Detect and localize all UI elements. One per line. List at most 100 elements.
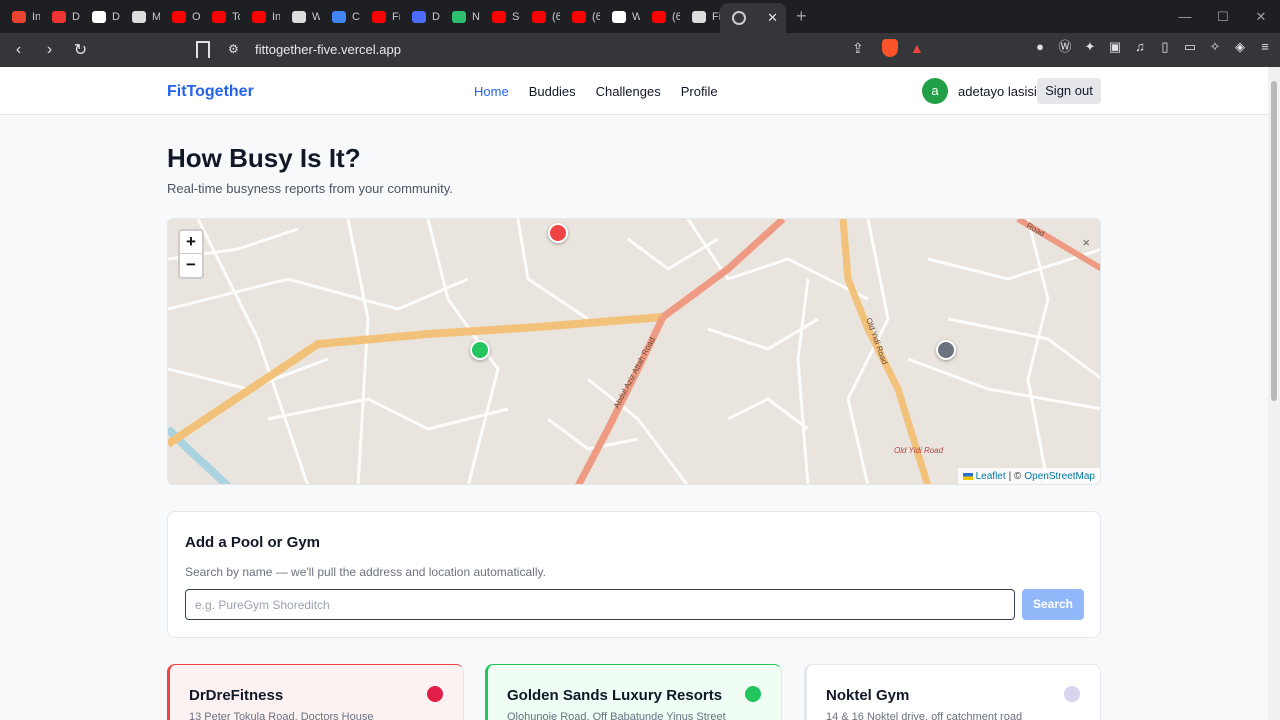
browser-tab[interactable]: Dee [400, 0, 440, 33]
brave-shield-icon[interactable] [882, 39, 898, 57]
venue-card[interactable]: Noktel Gym 14 & 16 Noktel drive, off catc… [804, 664, 1101, 720]
avatar[interactable]: a [922, 78, 948, 104]
leaflet-link[interactable]: Leaflet [976, 471, 1006, 482]
logo[interactable]: FitTogether [167, 83, 254, 101]
tab-label: Tom [232, 10, 240, 23]
tab-list: Inte Des Disc Mot Oliv Tom Infi Wh CYF Fro Dee Nec S… [0, 0, 720, 33]
tab-label: Infi [272, 10, 280, 23]
map-marker-busy[interactable] [548, 223, 568, 243]
favicon-icon [612, 10, 626, 23]
browser-tab[interactable]: Tom [200, 0, 240, 33]
maximize-icon[interactable]: ☐ [1204, 9, 1242, 25]
music-icon[interactable]: ♫ [1133, 40, 1147, 54]
extension-icon[interactable]: Ⓦ [1058, 40, 1072, 54]
sidebar-icon[interactable]: ▯ [1158, 40, 1172, 54]
new-tab-button[interactable]: + [796, 6, 807, 27]
map-marker-unknown[interactable] [936, 340, 956, 360]
browser-tab[interactable]: (67 [560, 0, 600, 33]
favicon-icon [492, 10, 506, 23]
search-button[interactable]: Search [1022, 589, 1084, 620]
sparkle-icon[interactable]: ✧ [1208, 40, 1222, 54]
tab-label: Sor [512, 10, 520, 23]
venue-card[interactable]: DrDreFitness 13 Peter Tokula Road, Doctor… [167, 664, 464, 720]
window-controls: — ☐ ✕ [1166, 0, 1280, 33]
browser-tab[interactable]: Des [40, 0, 80, 33]
share-icon[interactable]: ⇪ [852, 40, 864, 57]
favicon-icon [52, 10, 66, 23]
address-bar[interactable]: fittogether-five.vercel.app [255, 42, 401, 57]
tab-label: Des [72, 10, 80, 23]
nav-profile[interactable]: Profile [681, 84, 718, 99]
scroll-thumb[interactable] [1271, 81, 1277, 401]
site-header: FitTogether Home Buddies Challenges Prof… [0, 67, 1268, 115]
back-icon[interactable]: ‹ [6, 41, 31, 59]
browser-tab[interactable]: Inte [0, 0, 40, 33]
browser-tab[interactable]: Nec [440, 0, 480, 33]
nav-buddies[interactable]: Buddies [529, 84, 576, 99]
sign-out-button[interactable]: Sign out [1037, 78, 1101, 104]
globe-icon [732, 11, 746, 25]
zoom-out-button[interactable]: − [180, 254, 202, 277]
favicon-icon [332, 10, 346, 23]
browser-tab[interactable]: (67 [640, 0, 680, 33]
favicon-icon [172, 10, 186, 23]
browser-tab[interactable]: Disc [80, 0, 120, 33]
browser-tab[interactable]: Mot [120, 0, 160, 33]
minimize-icon[interactable]: — [1166, 9, 1204, 24]
forward-icon[interactable]: › [37, 41, 62, 59]
close-icon[interactable]: ✕ [767, 10, 778, 26]
venue-search-input[interactable] [185, 589, 1015, 620]
main-nav: Home Buddies Challenges Profile [474, 84, 718, 99]
tab-label: Wh [312, 10, 320, 23]
close-icon[interactable]: × [1082, 235, 1090, 250]
busyness-status-dot [1064, 686, 1080, 702]
extension-icons: ● Ⓦ ✦ ▣ ♫ ▯ ▭ ✧ ◈ ≡ [1033, 40, 1272, 54]
osm-link[interactable]: OpenStreetMap [1024, 471, 1095, 482]
favicon-icon [412, 10, 426, 23]
busyness-status-dot [745, 686, 761, 702]
browser-tab[interactable]: Sor [480, 0, 520, 33]
nav-home[interactable]: Home [474, 84, 509, 99]
browser-tab[interactable]: Wo [600, 0, 640, 33]
reload-icon[interactable]: ↻ [68, 40, 93, 60]
venue-card[interactable]: Golden Sands Luxury Resorts Olohunoje Roa… [485, 664, 782, 720]
favicon-icon [92, 10, 106, 23]
zoom-in-button[interactable]: + [180, 231, 202, 254]
extension-icon[interactable]: ▣ [1108, 40, 1122, 54]
browser-tab[interactable]: Oliv [160, 0, 200, 33]
tab-active[interactable]: ✕ [720, 3, 786, 33]
puzzle-icon[interactable]: ✦ [1083, 40, 1097, 54]
favicon-icon [292, 10, 306, 23]
page-scrollbar[interactable] [1268, 67, 1280, 720]
wallet-icon[interactable]: ▭ [1183, 40, 1197, 54]
bookmark-icon[interactable] [196, 41, 210, 58]
tab-label: Disc [112, 10, 120, 23]
site-info-icon[interactable]: ⚙ [228, 42, 239, 56]
extension-icon[interactable]: ● [1033, 40, 1047, 54]
close-window-icon[interactable]: ✕ [1242, 9, 1280, 25]
ukraine-flag-icon [962, 472, 973, 480]
user-name: adetayo lasisi [958, 84, 1037, 99]
browser-tab[interactable]: FitT [680, 0, 720, 33]
attribution-separator: | © [1008, 470, 1022, 482]
vpn-icon[interactable]: ◈ [1233, 40, 1247, 54]
busyness-map[interactable]: Abdul Aziz Attah Road Old Yidi Road Old … [167, 218, 1101, 485]
favicon-icon [252, 10, 266, 23]
favicon-icon [12, 10, 26, 23]
menu-icon[interactable]: ≡ [1258, 40, 1272, 54]
rewards-icon[interactable]: ▲ [910, 40, 924, 56]
tab-label: Oliv [192, 10, 200, 23]
map-tiles: Abdul Aziz Attah Road Old Yidi Road Old … [168, 219, 1100, 484]
browser-tab[interactable]: Infi [240, 0, 280, 33]
browser-tab[interactable]: Wh [280, 0, 320, 33]
tab-label: (67 [592, 10, 600, 23]
browser-tab[interactable]: (67 [520, 0, 560, 33]
browser-tab[interactable]: CYF [320, 0, 360, 33]
nav-challenges[interactable]: Challenges [596, 84, 661, 99]
favicon-icon [452, 10, 466, 23]
tab-label: Wo [632, 10, 640, 23]
browser-tab-bar: Inte Des Disc Mot Oliv Tom Infi Wh CYF Fro Dee Nec S… [0, 0, 1280, 33]
browser-tab[interactable]: Fro [360, 0, 400, 33]
map-marker-quiet[interactable] [470, 340, 490, 360]
favicon-icon [372, 10, 386, 23]
